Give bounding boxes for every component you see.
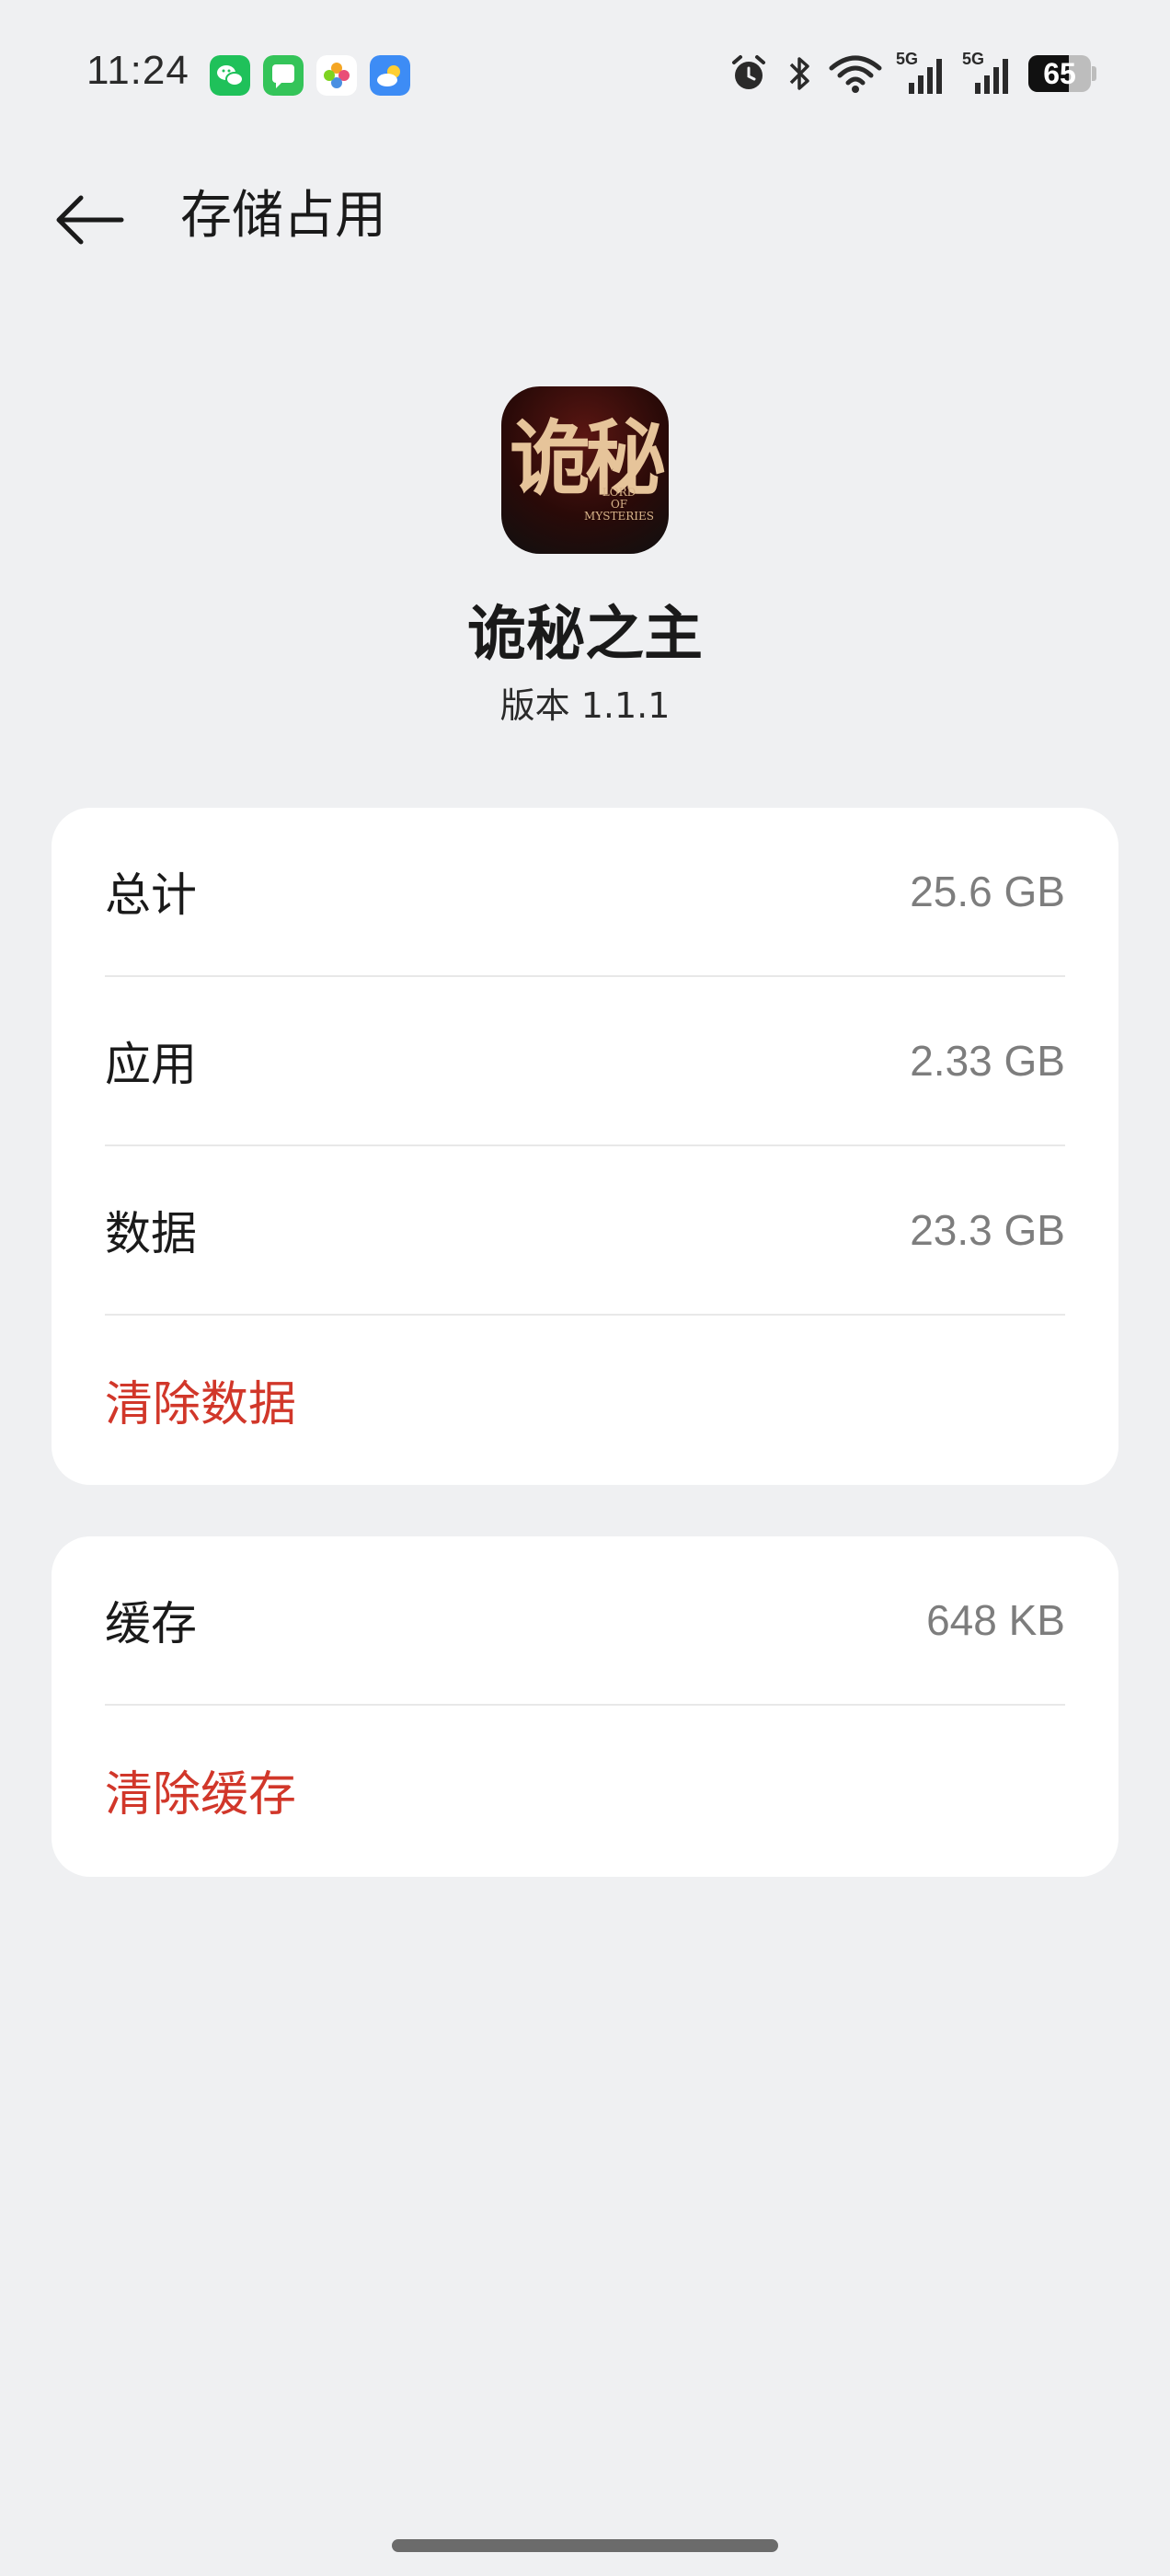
data-size-value: 23.3 GB [910, 1206, 1065, 1254]
cache-card: 缓存 648 KB 清除缓存 [52, 1536, 1118, 1877]
photos-icon [316, 55, 357, 96]
cache-value: 648 KB [926, 1596, 1065, 1644]
alarm-icon [732, 55, 765, 89]
clear-data-button[interactable]: 清除数据 [105, 1316, 1065, 1483]
messages-icon [263, 55, 304, 96]
total-row: 总计 25.6 GB [105, 808, 1065, 977]
data-size-label: 数据 [105, 1207, 197, 1260]
bluetooth-icon [789, 57, 809, 90]
storage-card: 总计 25.6 GB 应用 2.33 GB 数据 23.3 GB 清除数据 [52, 808, 1118, 1485]
battery-icon: 65 [1028, 55, 1096, 92]
clear-cache-button[interactable]: 清除缓存 [105, 1706, 1065, 1873]
status-time: 11:24 [86, 48, 189, 93]
wechat-icon [210, 55, 250, 96]
home-indicator[interactable] [392, 2539, 778, 2552]
wifi-icon [829, 55, 882, 93]
app-size-row: 应用 2.33 GB [105, 977, 1065, 1146]
clear-cache-label: 清除缓存 [105, 1766, 297, 1823]
app-icon-subtitle: LORD OF MYSTERIES [584, 487, 654, 523]
notification-icons [210, 55, 410, 96]
total-label: 总计 [105, 868, 197, 922]
app-icon: 诡秘 LORD OF MYSTERIES [501, 386, 669, 554]
app-version: 版本 1.1.1 [499, 685, 671, 726]
app-header: 诡秘 LORD OF MYSTERIES 诡秘之主 版本 1.1.1 [0, 386, 1170, 729]
system-icons: 5G 5G 65 [727, 50, 1096, 96]
status-bar: 11:24 5G 5G 65 [0, 0, 1170, 147]
weather-icon [370, 55, 410, 96]
page-title: 存储占用 [180, 186, 386, 246]
app-size-value: 2.33 GB [910, 1037, 1065, 1085]
clear-data-label: 清除数据 [105, 1376, 297, 1432]
battery-level: 65 [1043, 57, 1076, 90]
app-name: 诡秘之主 [467, 601, 703, 669]
back-arrow-icon [56, 195, 124, 245]
data-size-row: 数据 23.3 GB [105, 1146, 1065, 1316]
cache-row: 缓存 648 KB [105, 1536, 1065, 1706]
cellular-signal-2-icon: 5G [962, 50, 1015, 96]
cellular-signal-1-icon: 5G [896, 50, 949, 96]
title-bar: 存储占用 [0, 166, 1170, 267]
cache-label: 缓存 [105, 1597, 197, 1650]
back-button[interactable] [48, 178, 131, 261]
app-icon-subtitle-line-3: MYSTERIES [584, 510, 654, 523]
app-size-label: 应用 [105, 1038, 197, 1091]
total-value: 25.6 GB [910, 868, 1065, 915]
